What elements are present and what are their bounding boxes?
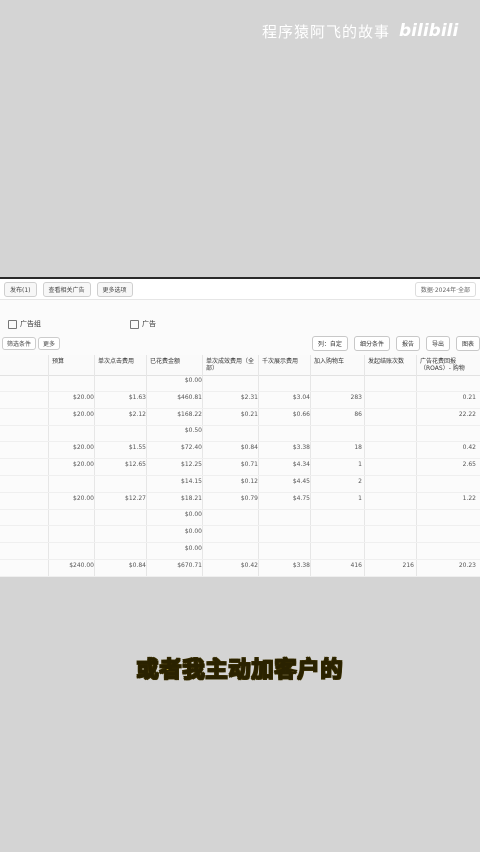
table-cell: $0.50	[184, 427, 202, 435]
table-cell: $460.81	[177, 393, 202, 401]
top-toolbar: 发布(1) 查看相关广告 更多选项 数据·2024年·全部	[0, 279, 480, 300]
table-cell: 20.23	[458, 561, 476, 569]
table-cell: $168.22	[177, 410, 202, 418]
table-row[interactable]: $20.00 $12.65 $12.25 $0.71 $4.34 1 2.65	[0, 459, 480, 476]
table-cell: $3.38	[292, 561, 310, 569]
table-cell: 0.21	[462, 393, 476, 401]
table-row[interactable]: $0.00	[0, 509, 480, 527]
subtitle-caption: 或者我主动加客户的	[136, 658, 344, 684]
table-cell: $0.12	[240, 477, 258, 485]
table-cell: 283	[350, 393, 362, 401]
column-header[interactable]: 发起结账次数	[368, 358, 414, 365]
table-cell: $2.31	[240, 393, 258, 401]
related-ads-button[interactable]: 查看相关广告	[42, 281, 91, 297]
folder-icon	[8, 319, 17, 329]
table-cell: $4.45	[292, 477, 310, 485]
table-cell: $12.25	[181, 461, 202, 468]
table-cell: $12.27	[125, 494, 146, 502]
screen-capture: 发布(1) 查看相关广告 更多选项 数据·2024年·全部 广告组 广告 筛选条…	[0, 277, 480, 577]
table-tools: 列：自定 细分条件 报告 导出 图表	[311, 336, 480, 351]
level-tabs: 广告组 广告	[0, 319, 480, 335]
table-cell: $0.00	[184, 511, 202, 519]
table-cell: 2	[358, 477, 362, 485]
table-row[interactable]: $20.00 $2.12 $168.22 $0.21 $0.66 86 22.22	[0, 409, 480, 426]
column-header[interactable]: 单次成效费用（全部）	[206, 358, 258, 372]
table-row[interactable]: $0.00	[0, 543, 480, 560]
table-cell: $72.40	[181, 444, 202, 452]
column-header[interactable]: 广告花费回报（ROAS）- 购物	[420, 358, 476, 372]
table-row[interactable]: $20.00 $1.55 $72.40 $0.84 $3.38 18 0.42	[0, 442, 480, 460]
ads-table: 预算 单次点击费用 已花费金额 单次成效费用（全部） 千次展示费用 加入购物车 发起结账次数…	[0, 355, 480, 577]
tab-ads[interactable]: 广告	[130, 319, 156, 329]
table-cell: 86	[354, 410, 362, 418]
column-header[interactable]: 已花费金额	[150, 358, 202, 365]
tab-ad-sets[interactable]: 广告组	[8, 319, 41, 329]
tab-label: 广告	[142, 320, 156, 328]
column-header[interactable]: 预算	[52, 358, 94, 365]
table-cell: 18	[354, 444, 362, 452]
table-cell: 0.42	[462, 444, 476, 452]
table-row[interactable]: $0.50	[0, 425, 480, 443]
table-row[interactable]: $20.00 $12.27 $18.21 $0.79 $4.75 1 1.22	[0, 493, 480, 510]
bilibili-logo: bilibili	[399, 21, 459, 41]
table-cell: $3.38	[292, 444, 310, 452]
export-button[interactable]: 导出	[425, 336, 450, 351]
column-header[interactable]: 千次展示费用	[262, 358, 310, 365]
columns-button[interactable]: 列：自定	[311, 336, 348, 351]
tab-label: 广告组	[20, 320, 41, 328]
table-cell: $1.63	[128, 393, 146, 401]
table-cell: 1.22	[462, 494, 476, 502]
table-cell: 2.65	[462, 461, 476, 468]
column-header[interactable]: 单次点击费用	[98, 358, 146, 365]
table-cell: $20.00	[73, 410, 94, 418]
table-cell: $12.65	[125, 461, 146, 468]
table-row[interactable]: $0.00	[0, 526, 480, 544]
table-cell: $0.00	[184, 377, 202, 384]
table-cell: $0.84	[240, 444, 258, 452]
table-cell: 216	[402, 561, 414, 569]
ad-icon	[130, 319, 139, 329]
table-cell: $240.00	[69, 561, 94, 569]
table-cell: 416	[350, 561, 362, 569]
table-cell: $20.00	[73, 494, 94, 502]
table-row[interactable]: $14.15 $0.12 $4.45 2	[0, 476, 480, 493]
table-header: 预算 单次点击费用 已花费金额 单次成效费用（全部） 千次展示费用 加入购物车 发起结账次数…	[0, 355, 480, 376]
table-cell: $20.00	[73, 444, 94, 452]
table-cell: $18.21	[181, 494, 202, 502]
table-cell: $0.84	[128, 561, 146, 569]
table-cell: $0.42	[240, 561, 258, 569]
table-cell: $1.55	[128, 444, 146, 452]
table-cell: $2.12	[128, 410, 146, 418]
table-cell: $4.34	[292, 461, 310, 468]
table-cell: $0.71	[240, 461, 258, 468]
breakdown-button[interactable]: 细分条件	[353, 336, 390, 351]
table-cell: $20.00	[73, 393, 94, 401]
table-cell: $0.00	[184, 545, 202, 552]
table-cell: 22.22	[458, 410, 476, 418]
table-cell: $0.66	[292, 410, 310, 418]
table-row[interactable]: $240.00 $0.84 $670.71 $0.42 $3.38 416 216 20.23	[0, 560, 480, 577]
watermark: 程序猿阿飞的故事 bilibili	[262, 20, 459, 42]
table-cell: $670.71	[177, 561, 202, 569]
watermark-text: 程序猿阿飞的故事	[262, 22, 391, 41]
table-cell: 1	[358, 461, 362, 468]
more-chip[interactable]: 更多	[38, 337, 61, 350]
table-row[interactable]: $0.00	[0, 375, 480, 392]
table-cell: $0.00	[184, 528, 202, 536]
table-cell: $20.00	[73, 461, 94, 468]
table-cell: $3.04	[292, 393, 310, 401]
charts-button[interactable]: 图表	[455, 336, 480, 351]
table-cell: $0.79	[240, 494, 258, 502]
reports-button[interactable]: 报告	[395, 336, 420, 351]
more-options-button[interactable]: 更多选项	[96, 281, 133, 297]
table-cell: $14.15	[181, 477, 202, 485]
table-row[interactable]: $20.00 $1.63 $460.81 $2.31 $3.04 283 0.21	[0, 392, 480, 409]
publish-button[interactable]: 发布(1)	[4, 281, 37, 297]
column-header[interactable]: 加入购物车	[314, 358, 362, 365]
table-cell: $0.21	[240, 410, 258, 418]
filter-chip[interactable]: 筛选条件	[2, 337, 37, 350]
table-cell: $4.75	[292, 494, 310, 502]
table-cell: 1	[358, 494, 362, 502]
date-range-select[interactable]: 数据·2024年·全部	[414, 281, 476, 297]
